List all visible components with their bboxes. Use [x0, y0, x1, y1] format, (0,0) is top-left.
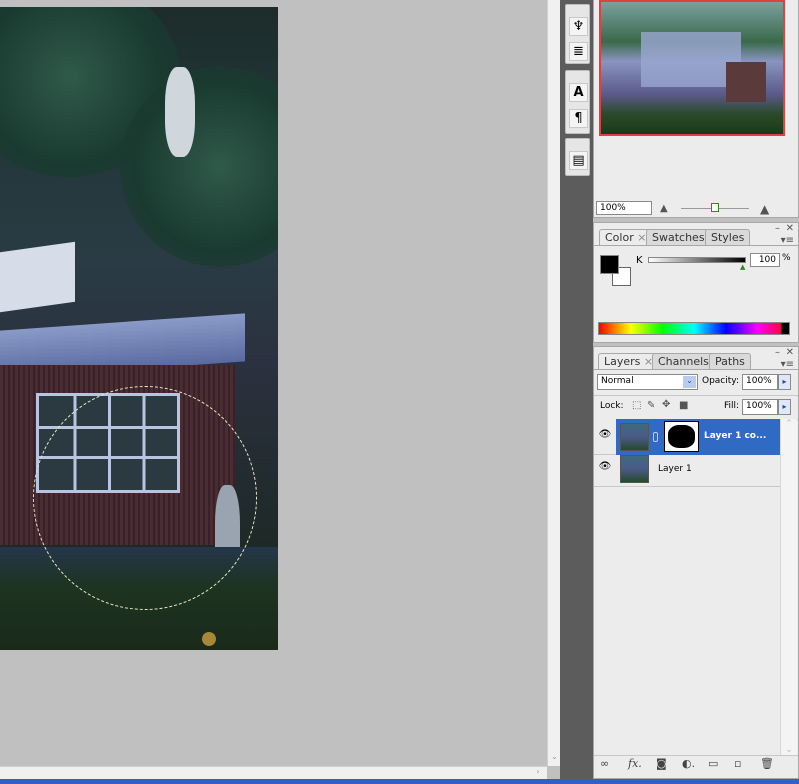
delete-layer-icon[interactable]: 🗑: [760, 757, 774, 770]
paragraph-icon[interactable]: ¶: [569, 109, 588, 128]
fill-input[interactable]: 100%: [742, 399, 778, 415]
slider-handle[interactable]: ▲: [740, 263, 745, 271]
visibility-eye-icon[interactable]: 👁: [598, 461, 612, 475]
layer-comps-icon[interactable]: ▤: [569, 151, 588, 170]
lock-position-icon[interactable]: ✥: [662, 399, 670, 410]
zoom-in-icon[interactable]: ▲: [760, 202, 769, 216]
clone-source-icon[interactable]: ♆: [569, 17, 588, 36]
k-value-input[interactable]: 100: [750, 253, 780, 267]
close-icon[interactable]: ✕: [786, 223, 794, 234]
zoom-out-icon[interactable]: ▲: [660, 203, 668, 214]
channel-label: K: [636, 255, 643, 266]
lock-label: Lock:: [600, 401, 624, 411]
link-layers-icon[interactable]: ∞: [600, 757, 609, 770]
tab-label: Layers: [604, 355, 641, 368]
layers-scrollbar[interactable]: ⌃ ⌄: [780, 419, 797, 755]
layers-panel: – ✕ Layers × Channels Paths ▾≡ Normal ⌄ …: [593, 346, 799, 779]
tab-layers[interactable]: Layers ×: [598, 353, 660, 369]
house-wing: [726, 62, 766, 102]
lens-flare: [202, 632, 216, 646]
add-mask-icon[interactable]: ◙: [656, 757, 667, 770]
scroll-down-icon[interactable]: ⌄: [781, 745, 797, 755]
unit-label: %: [782, 253, 791, 263]
sky-patch: [165, 67, 195, 157]
link-icon[interactable]: [653, 432, 658, 442]
taskbar: [0, 779, 799, 784]
layer-name: Layer 1 co...: [704, 431, 767, 441]
scroll-down-icon[interactable]: ⌄: [549, 752, 560, 764]
lock-transparency-icon[interactable]: ⬚: [632, 400, 641, 411]
tab-paths[interactable]: Paths: [709, 353, 751, 369]
opacity-label: Opacity:: [702, 376, 739, 386]
new-group-icon[interactable]: ▭: [708, 757, 718, 770]
zoom-input[interactable]: 100%: [596, 201, 652, 215]
fill-arrow-icon[interactable]: ▸: [778, 399, 791, 415]
layer-row[interactable]: 👁 Layer 1 co...: [594, 419, 780, 455]
opacity-input[interactable]: 100%: [742, 374, 778, 390]
layer-mask-thumbnail[interactable]: [664, 421, 699, 452]
house-upper: [0, 241, 75, 313]
foreground-color-swatch[interactable]: [600, 255, 619, 274]
navigator-panel: 100% ▲ ▲: [593, 0, 799, 218]
visibility-eye-icon[interactable]: 👁: [598, 429, 612, 443]
k-slider[interactable]: [648, 257, 746, 263]
scroll-right-icon[interactable]: ›: [531, 767, 545, 779]
new-layer-icon[interactable]: ▫: [734, 757, 741, 770]
layer-name: Layer 1: [658, 464, 692, 474]
tool-group: ▤: [565, 138, 590, 176]
layer-row[interactable]: 👁 Layer 1: [594, 451, 780, 487]
close-icon[interactable]: ✕: [786, 347, 794, 358]
layer-thumbnail: [620, 423, 649, 451]
tool-group: ♆ ≣: [565, 4, 590, 64]
minimize-icon[interactable]: –: [775, 223, 780, 234]
adjustment-layer-icon[interactable]: ◐.: [682, 757, 695, 770]
tab-color[interactable]: Color ×: [599, 229, 653, 245]
tool-presets-icon[interactable]: ≣: [569, 42, 588, 61]
color-panel: – ✕ Color × Swatches Styles ▾≡ K ▲ 100 %: [593, 222, 799, 343]
tool-group: A ¶: [565, 70, 590, 134]
document-canvas[interactable]: [0, 7, 278, 650]
horizontal-scrollbar[interactable]: ›: [0, 766, 547, 779]
scroll-up-icon[interactable]: ⌃: [781, 419, 797, 429]
brush-cursor: [33, 386, 257, 610]
navigator-preview[interactable]: [599, 0, 785, 136]
color-ramp[interactable]: [598, 322, 790, 335]
tab-styles[interactable]: Styles: [705, 229, 751, 245]
lock-pixels-icon[interactable]: ✎: [647, 400, 655, 411]
opacity-arrow-icon[interactable]: ▸: [778, 374, 791, 390]
tab-channels[interactable]: Channels: [652, 353, 715, 369]
blend-mode-value: Normal: [601, 376, 634, 386]
blend-mode-select[interactable]: Normal ⌄: [597, 374, 698, 390]
layer-style-icon[interactable]: fx.: [628, 757, 642, 770]
zoom-slider-handle[interactable]: [711, 203, 719, 212]
character-icon[interactable]: A: [569, 83, 588, 102]
tab-label: Color: [605, 231, 634, 244]
vertical-scrollbar[interactable]: ⌄: [547, 0, 560, 766]
tab-swatches[interactable]: Swatches: [646, 229, 711, 245]
fill-label: Fill:: [724, 401, 740, 411]
minimize-icon[interactable]: –: [775, 347, 780, 358]
lock-all-icon[interactable]: ■: [679, 400, 688, 411]
chevron-down-icon[interactable]: ⌄: [683, 376, 696, 388]
layer-thumbnail: [620, 455, 649, 483]
